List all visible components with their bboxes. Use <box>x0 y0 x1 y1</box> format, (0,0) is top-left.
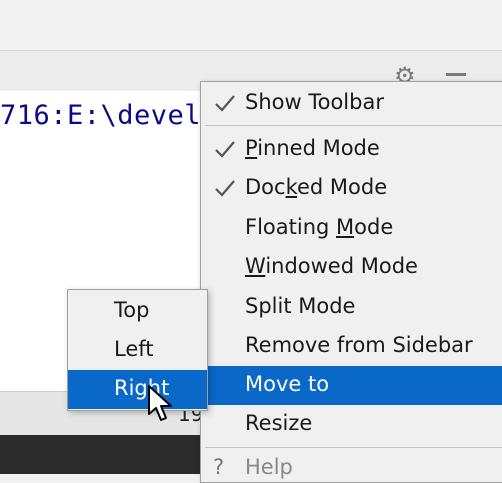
menu-item-move-to[interactable]: Move to <box>201 366 502 405</box>
menu-item-label: Floating Mode <box>245 215 394 239</box>
menu-item-label: Move to <box>245 372 330 396</box>
menu-item-label: Resize <box>245 411 313 435</box>
mouse-cursor-icon <box>148 385 172 421</box>
check-icon <box>215 95 235 112</box>
check-icon <box>215 180 235 197</box>
submenu-item-top[interactable]: Top <box>68 292 207 331</box>
help-icon: ? <box>213 455 225 479</box>
menu-item-floating-mode[interactable]: Floating Mode <box>201 209 502 248</box>
submenu-item-label: Top <box>114 298 150 322</box>
submenu-item-right[interactable]: Right <box>68 370 207 409</box>
menu-item-label: Pinned Mode <box>245 136 380 160</box>
submenu-item-left[interactable]: Left <box>68 331 207 370</box>
menu-item-label: Remove from Sidebar <box>245 333 473 357</box>
console-line: 716:E:\develo <box>0 100 218 131</box>
menu-item-label: Show Toolbar <box>245 90 384 114</box>
menu-item-help[interactable]: Help <box>245 455 293 479</box>
menu-item-pinned-mode[interactable]: Pinned Mode <box>201 130 502 169</box>
menu-separator <box>205 125 502 126</box>
menu-item-resize[interactable]: Resize <box>201 405 502 444</box>
menu-item-windowed-mode[interactable]: Windowed Mode <box>201 248 502 287</box>
menu-item-label: Docked Mode <box>245 175 388 199</box>
submenu-item-label: Left <box>114 337 154 361</box>
context-menu: Show Toolbar Pinned Mode Docked Mode Flo… <box>200 81 502 483</box>
move-to-submenu: Top Left Right <box>67 289 208 411</box>
menu-item-label: Windowed Mode <box>245 254 418 278</box>
menu-item-remove-from-sidebar[interactable]: Remove from Sidebar <box>201 327 502 366</box>
menu-item-label: Split Mode <box>245 294 356 318</box>
menu-item-show-toolbar[interactable]: Show Toolbar <box>201 84 502 123</box>
menu-item-docked-mode[interactable]: Docked Mode <box>201 169 502 208</box>
menu-item-split-mode[interactable]: Split Mode <box>201 288 502 327</box>
title-strip <box>0 0 502 51</box>
menu-separator <box>205 447 502 448</box>
check-icon <box>215 141 235 158</box>
minimize-icon[interactable] <box>446 73 466 76</box>
